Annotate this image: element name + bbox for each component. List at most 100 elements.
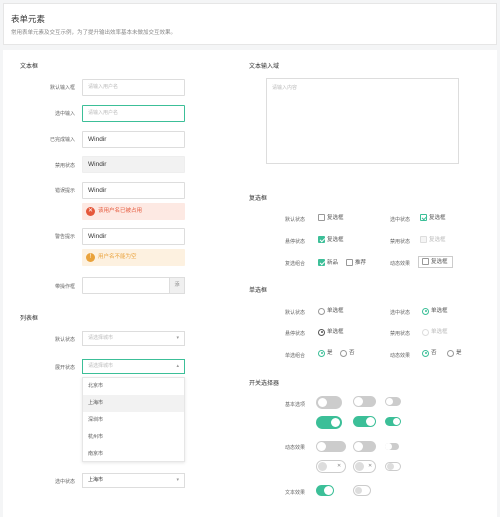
error-input[interactable]: Windir (82, 182, 185, 199)
toggle-switch[interactable] (316, 416, 342, 429)
toggle-switch[interactable] (316, 485, 334, 496)
label-error-input: 错误提示 (54, 188, 75, 194)
checkbox-default[interactable]: 复选框 (318, 213, 344, 223)
label-checkbox-group: 复选组合 (284, 261, 305, 267)
exclamation-circle-icon: ! (86, 253, 95, 262)
toggle-switch[interactable] (385, 397, 401, 406)
error-message: 该用户名已被占用 (98, 208, 143, 214)
radio-default[interactable]: 单选框 (318, 306, 344, 316)
checkbox-box (318, 259, 325, 266)
addon-button[interactable]: 添 (169, 277, 185, 294)
chevron-down-icon: ▾ (176, 477, 179, 483)
disabled-input: Windir (82, 156, 185, 173)
switch-knob (324, 486, 333, 495)
page-description: 常用表单元素及交互示例，为了提升输出效率基本未做加交互效果。 (11, 30, 177, 36)
radio-text: 是 (327, 350, 333, 356)
section-title-radio: 单选框 (249, 288, 268, 294)
switch-knob (393, 418, 400, 425)
close-circle-icon: ✕ (86, 207, 95, 216)
label-focus-input: 选中输入 (54, 111, 75, 117)
page-header: 表单元素 常用表单元素及交互示例，为了提升输出效率基本未做加交互效果。 (3, 3, 497, 45)
radio-hover[interactable]: 单选框 (318, 327, 344, 337)
switch-knob (387, 463, 394, 470)
focus-input[interactable]: 请输入用户名 (82, 105, 185, 122)
radio-disabled: 单选框 (422, 327, 448, 337)
label-open-select: 展开状态 (54, 365, 75, 371)
chevron-down-icon: ▾ (176, 335, 179, 341)
filled-input[interactable]: Windir (82, 131, 185, 148)
default-input[interactable]: 请输入用户名 (82, 79, 185, 96)
dropdown-option[interactable]: 杭州市 (83, 429, 184, 446)
label-radio-checked: 选中状态 (389, 310, 410, 316)
select-dropdown: 北京市 上海市 深圳市 杭州市 南京市 (82, 377, 185, 462)
checkbox-hover[interactable]: 复选框 (318, 235, 344, 245)
toggle-switch[interactable] (385, 462, 401, 471)
dropdown-option[interactable]: 上海市 (83, 395, 184, 412)
radio-text: 单选框 (327, 308, 344, 314)
dropdown-option[interactable]: 南京市 (83, 446, 184, 463)
checkbox-box (422, 258, 429, 265)
section-title-checkbox: 复选框 (249, 196, 268, 202)
toggle-switch[interactable]: ✕ (353, 460, 376, 473)
open-select-placeholder: 请选择城市 (88, 363, 114, 369)
default-select[interactable]: 请选择城市 ▾ (82, 331, 185, 346)
page-title: 表单元素 (11, 14, 46, 24)
label-checkbox-checked: 选中状态 (389, 217, 410, 223)
radio-checked[interactable]: 单选框 (422, 306, 448, 316)
radio-effect-yes[interactable]: 是 (447, 348, 462, 358)
toggle-switch[interactable]: ✕ (316, 460, 346, 473)
label-switch-text: 文本效果 (284, 490, 305, 496)
toggle-switch[interactable] (316, 396, 342, 409)
dropdown-option[interactable]: 深圳市 (83, 412, 184, 429)
switch-knob (354, 442, 363, 451)
switch-knob (318, 462, 327, 471)
radio-group-yes[interactable]: 是 (318, 348, 333, 358)
radio-text: 单选框 (431, 329, 448, 335)
open-select[interactable]: 请选择城市 ▴ (82, 359, 185, 374)
error-tip: ✕ 该用户名已被占用 (82, 203, 185, 220)
addon-input[interactable] (82, 277, 170, 294)
toggle-switch[interactable] (385, 417, 401, 426)
section-title-list-box: 列表框 (20, 316, 39, 322)
checkbox-box (318, 236, 325, 243)
checkbox-group-new[interactable]: 新品 (318, 258, 338, 268)
toggle-switch[interactable] (353, 441, 376, 452)
label-checkbox-hover: 悬停状态 (284, 239, 305, 245)
warning-tip: ! 用户名不能为空 (82, 249, 185, 266)
radio-text: 是 (456, 350, 462, 356)
chevron-up-icon: ▴ (176, 363, 179, 369)
radio-effect-no[interactable]: 否 (422, 348, 437, 358)
checkbox-box (420, 214, 427, 221)
checkbox-text: 复选框 (327, 215, 344, 221)
checkbox-effect[interactable]: 复选框 (418, 256, 453, 268)
label-radio-group: 单选组合 (284, 353, 305, 359)
switch-knob (355, 487, 362, 494)
dropdown-option[interactable]: 北京市 (83, 378, 184, 395)
checkbox-text: 新品 (327, 260, 339, 266)
content-textarea[interactable]: 请输入内容 (266, 78, 459, 164)
switch-knob (331, 418, 340, 427)
close-icon: ✕ (368, 463, 373, 469)
checkbox-checked[interactable]: 复选框 (420, 213, 446, 223)
toggle-switch[interactable] (353, 485, 371, 496)
radio-text: 单选框 (431, 308, 448, 314)
label-disabled-input: 禁用状态 (54, 163, 75, 169)
label-radio-effect: 动态效果 (389, 353, 410, 359)
toggle-switch[interactable] (316, 441, 346, 452)
switch-knob (318, 398, 327, 407)
toggle-switch[interactable] (385, 443, 399, 450)
section-title-switch: 开关选择器 (249, 381, 280, 387)
radio-text: 否 (431, 350, 437, 356)
toggle-switch[interactable] (353, 396, 376, 407)
label-filled-input: 已完成输入 (49, 137, 75, 143)
checkbox-text: 复选框 (429, 237, 446, 243)
label-checkbox-disabled: 禁用状态 (389, 239, 410, 245)
toggle-switch[interactable] (353, 416, 376, 427)
label-checkbox-effect: 动态效果 (389, 261, 410, 267)
section-title-text-box: 文本框 (20, 64, 39, 70)
warning-message: 用户名不能为空 (98, 254, 137, 260)
selected-select[interactable]: 上海市 ▾ (82, 473, 185, 488)
section-title-textarea: 文本输入域 (249, 64, 280, 70)
warn-input[interactable]: Windir (82, 228, 185, 245)
radio-circle (318, 328, 325, 336)
